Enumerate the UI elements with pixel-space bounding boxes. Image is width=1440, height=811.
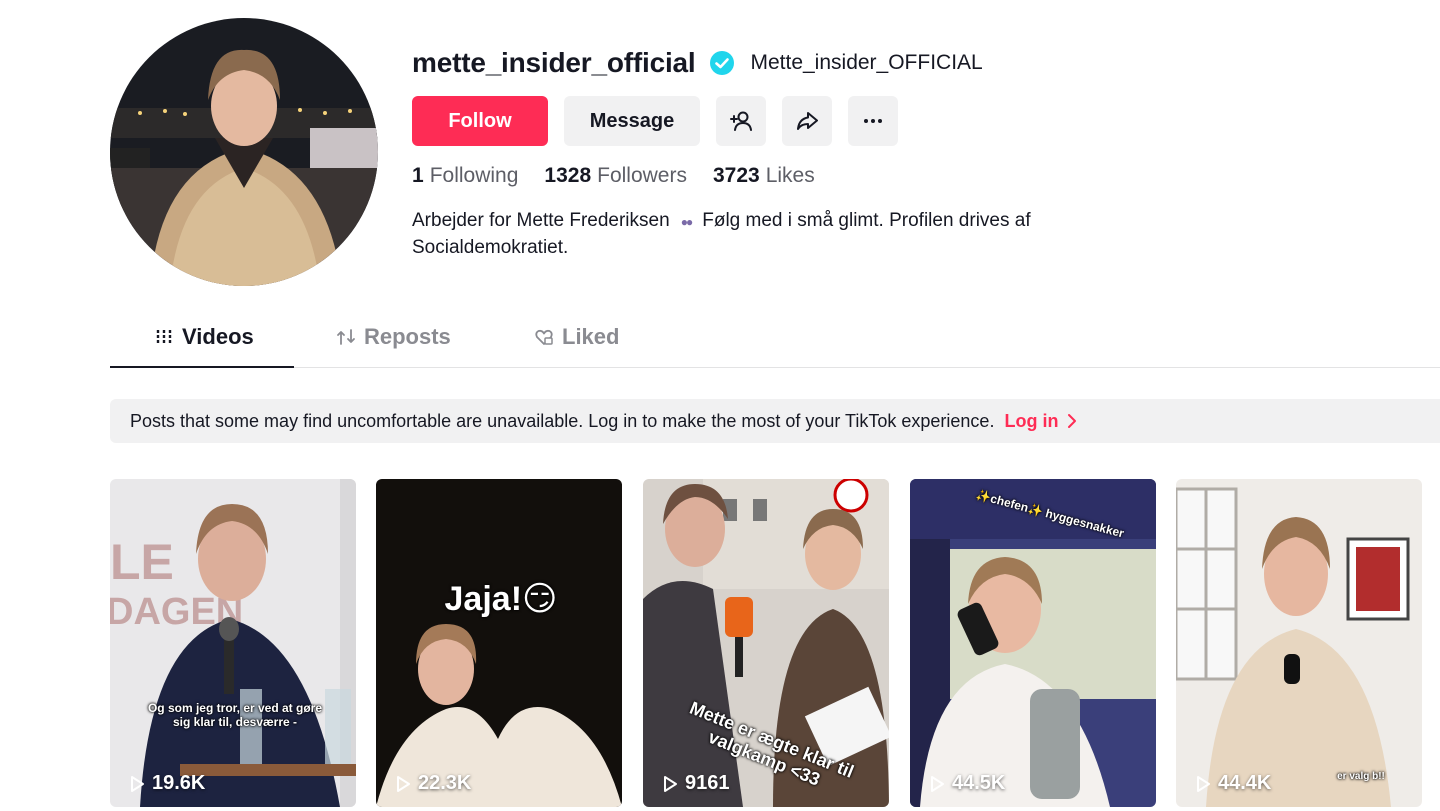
play-icon [1197,775,1210,792]
view-count-value: 22.3K [418,772,472,794]
videos-grid-icon [156,330,172,344]
video-thumbnail-5 [1176,479,1422,807]
followers-label: Followers [597,164,687,187]
video-card[interactable]: er valg b!! 44.4K [1176,479,1422,807]
login-link[interactable]: Log in [1004,411,1080,432]
following-count: 1 [412,164,424,187]
more-icon [864,119,882,123]
login-notice-banner: Posts that some may find uncomfortable a… [110,399,1440,443]
active-tab-indicator [110,366,294,368]
likes-label: Likes [765,164,815,187]
svg-text:LE: LE [110,534,174,590]
stat-following[interactable]: 1 Following [412,164,518,188]
video-card[interactable]: ✨chefen✨ hyggesnakker 44.5K [910,479,1156,807]
video-card[interactable]: Jaja!😏 22.3K [376,479,622,807]
view-count: 44.5K [928,772,1005,795]
tab-videos[interactable]: Videos [154,324,254,350]
view-count-value: 9161 [685,772,730,794]
view-count-value: 19.6K [152,772,206,794]
profile-bio: Arbejder for Mette Frederiksen ●● Følg m… [412,208,1132,261]
video-card[interactable]: Mette er ægte klar til valgkamp <33 9161 [643,479,889,807]
play-icon [931,775,944,792]
play-icon [397,775,410,792]
avatar-image [110,18,378,286]
nickname: Mette_insider_OFFICIAL [750,51,983,74]
share-button[interactable] [782,96,832,146]
followers-count: 1328 [544,164,592,187]
tab-liked-label: Liked [562,324,620,349]
verified-badge-icon [710,51,735,75]
view-count: 19.6K [128,772,205,795]
likes-count: 3723 [712,164,760,187]
share-icon [797,112,818,130]
view-count: 44.4K [1194,772,1271,795]
view-count-value: 44.5K [952,772,1006,794]
add-user-icon [730,111,752,131]
tab-liked[interactable]: Liked [534,324,619,350]
more-options-button[interactable] [848,96,898,146]
eyes-emoji-icon: ●● [680,215,694,229]
follow-button[interactable]: Follow [412,96,548,146]
stat-likes: 3723 Likes [713,164,815,188]
following-label: Following [429,164,519,187]
video-thumbnail-1: LE DAGEN [110,479,356,807]
tab-videos-label: Videos [182,324,254,349]
notice-text: Posts that some may find uncomfortable a… [130,410,995,431]
profile-avatar[interactable] [110,18,378,286]
stat-followers[interactable]: 1328 Followers [544,164,687,188]
video-caption: Og som jeg tror, er ved at gøre sig klar… [147,701,323,729]
view-count: 9161 [661,772,730,795]
profile-title-row: mette_insider_official Mette_insider_OFF… [412,44,983,82]
liked-heart-lock-icon [535,329,553,345]
username: mette_insider_official [412,47,696,78]
message-button[interactable]: Message [564,96,700,146]
repost-icon [337,329,355,345]
add-friend-button[interactable] [716,96,766,146]
view-count: 22.3K [394,772,471,795]
video-caption: Jaja!😏 [444,580,558,618]
play-icon [664,775,677,792]
profile-tabs: Videos Reposts Liked [110,312,1440,368]
bio-text-part1: Arbejder for Mette Frederiksen [412,210,670,231]
login-link-label: Log in [1004,410,1059,431]
play-icon [131,775,144,792]
video-caption: er valg b!! [1337,771,1385,782]
video-thumbnail-2 [376,479,622,807]
profile-stats: 1 Following 1328 Followers 3723 Likes [412,164,841,188]
tab-reposts[interactable]: Reposts [336,324,451,350]
tab-reposts-label: Reposts [364,324,451,349]
profile-actions: Follow Message [412,96,898,146]
view-count-value: 44.4K [1218,772,1272,794]
chevron-right-icon [1068,414,1077,428]
video-card[interactable]: LE DAGEN Og som jeg tror, er ved at gøre… [110,479,356,807]
